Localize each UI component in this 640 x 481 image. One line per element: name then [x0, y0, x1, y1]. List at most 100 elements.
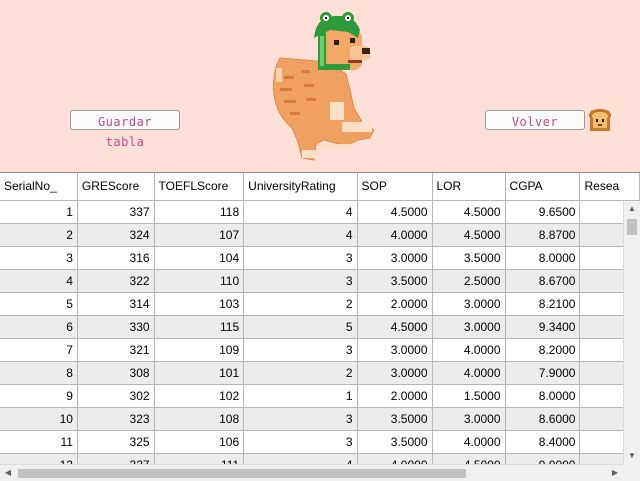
table-cell[interactable]: 8.6000 — [505, 407, 581, 431]
table-cell[interactable]: 4.0000 — [432, 430, 506, 454]
table-row[interactable]: 11 325 106 3 3.5000 4.0000 8.4000 — [0, 430, 640, 454]
table-cell[interactable]: 8.2000 — [505, 338, 581, 362]
table-row[interactable]: 10 323 108 3 3.5000 3.0000 8.6000 — [0, 407, 640, 431]
table-cell[interactable]: 118 — [154, 200, 245, 224]
table-cell[interactable]: 4.0000 — [357, 223, 433, 247]
table-cell[interactable]: 1 — [243, 384, 358, 408]
table-cell[interactable]: 115 — [154, 315, 245, 339]
save-table-button[interactable]: Guardar tabla — [70, 110, 180, 149]
table-cell[interactable]: 3 — [243, 269, 358, 293]
table-cell[interactable]: 8.2100 — [505, 292, 581, 316]
table-cell[interactable]: 2 — [243, 292, 358, 316]
table-cell[interactable]: 106 — [154, 430, 245, 454]
table-cell[interactable]: 4 — [243, 223, 358, 247]
table-cell[interactable]: 2.5000 — [432, 269, 506, 293]
column-header-cgpa[interactable]: CGPA — [505, 173, 581, 201]
table-cell[interactable]: 3.5000 — [432, 246, 506, 270]
table-cell[interactable]: 8.8700 — [505, 223, 581, 247]
table-cell[interactable]: 325 — [77, 430, 155, 454]
table-cell[interactable]: 11 — [0, 430, 78, 454]
table-cell[interactable]: 3.0000 — [432, 292, 506, 316]
table-cell[interactable]: 3.5000 — [357, 407, 433, 431]
table-cell[interactable]: 9.3400 — [505, 315, 581, 339]
table-row[interactable]: 8 308 101 2 3.0000 4.0000 7.9000 — [0, 361, 640, 385]
table-row[interactable]: 5 314 103 2 2.0000 3.0000 8.2100 — [0, 292, 640, 316]
table-cell[interactable]: 4.0000 — [432, 361, 506, 385]
table-cell[interactable]: 3.0000 — [357, 361, 433, 385]
table-row[interactable]: 4 322 110 3 3.5000 2.5000 8.6700 — [0, 269, 640, 293]
table-row[interactable]: 3 316 104 3 3.0000 3.5000 8.0000 — [0, 246, 640, 270]
table-cell[interactable]: 322 — [77, 269, 155, 293]
table-cell[interactable]: 4.5000 — [357, 315, 433, 339]
table-cell[interactable]: 103 — [154, 292, 245, 316]
table-cell[interactable]: 2.0000 — [357, 292, 433, 316]
table-cell[interactable]: 308 — [77, 361, 155, 385]
table-cell[interactable]: 108 — [154, 407, 245, 431]
table-cell[interactable]: 2 — [0, 223, 78, 247]
table-cell[interactable]: 3 — [243, 246, 358, 270]
vertical-scroll-thumb[interactable] — [627, 219, 637, 235]
table-row[interactable]: 7 321 109 3 3.0000 4.0000 8.2000 — [0, 338, 640, 362]
column-header-grescore[interactable]: GREScore — [77, 173, 155, 201]
table-cell[interactable]: 1.5000 — [432, 384, 506, 408]
table-cell[interactable]: 7.9000 — [505, 361, 581, 385]
table-row[interactable]: 9 302 102 1 2.0000 1.5000 8.0000 — [0, 384, 640, 408]
table-cell[interactable]: 8.4000 — [505, 430, 581, 454]
table-cell[interactable]: 4 — [0, 269, 78, 293]
table-cell[interactable]: 314 — [77, 292, 155, 316]
table-cell[interactable]: 3 — [0, 246, 78, 270]
table-cell[interactable]: 2 — [243, 361, 358, 385]
column-header-universityrating[interactable]: UniversityRating — [243, 173, 358, 201]
table-row[interactable]: 2 324 107 4 4.0000 4.5000 8.8700 — [0, 223, 640, 247]
table-cell[interactable]: 330 — [77, 315, 155, 339]
table-cell[interactable]: 8.0000 — [505, 384, 581, 408]
table-cell[interactable]: 4.5000 — [432, 200, 506, 224]
table-cell[interactable]: 4 — [243, 200, 358, 224]
vertical-scrollbar[interactable]: ▲ ▼ — [623, 201, 640, 464]
table-cell[interactable]: 3.5000 — [357, 430, 433, 454]
table-cell[interactable]: 2.0000 — [357, 384, 433, 408]
table-cell[interactable]: 3 — [243, 430, 358, 454]
horizontal-scroll-thumb[interactable] — [18, 469, 466, 478]
table-cell[interactable]: 302 — [77, 384, 155, 408]
scroll-up-icon[interactable]: ▲ — [624, 201, 640, 217]
table-cell[interactable]: 323 — [77, 407, 155, 431]
table-cell[interactable]: 3.0000 — [432, 407, 506, 431]
column-header-research[interactable]: Resea — [579, 173, 640, 201]
table-cell[interactable]: 3.0000 — [357, 246, 433, 270]
table-cell[interactable]: 4.0000 — [432, 338, 506, 362]
table-cell[interactable]: 9 — [0, 384, 78, 408]
table-cell[interactable]: 324 — [77, 223, 155, 247]
table-cell[interactable]: 5 — [0, 292, 78, 316]
table-cell[interactable]: 3 — [243, 407, 358, 431]
table-cell[interactable]: 102 — [154, 384, 245, 408]
table-cell[interactable]: 8 — [0, 361, 78, 385]
table-cell[interactable]: 8.0000 — [505, 246, 581, 270]
table-cell[interactable]: 5 — [243, 315, 358, 339]
column-header-lor[interactable]: LOR — [432, 173, 506, 201]
table-cell[interactable]: 10 — [0, 407, 78, 431]
table-cell[interactable]: 4.5000 — [357, 200, 433, 224]
table-cell[interactable]: 337 — [77, 200, 155, 224]
scroll-right-icon[interactable]: ▶ — [607, 465, 623, 481]
table-cell[interactable]: 3 — [243, 338, 358, 362]
scroll-down-icon[interactable]: ▼ — [624, 448, 640, 464]
scroll-left-icon[interactable]: ◀ — [0, 465, 16, 481]
table-row[interactable]: 1 337 118 4 4.5000 4.5000 9.6500 — [0, 200, 640, 224]
horizontal-scrollbar[interactable]: ◀ ▶ — [0, 464, 623, 481]
table-cell[interactable]: 7 — [0, 338, 78, 362]
table-cell[interactable]: 107 — [154, 223, 245, 247]
table-cell[interactable]: 110 — [154, 269, 245, 293]
data-table-view[interactable]: SerialNo_ GREScore TOEFLScore University… — [0, 172, 640, 481]
table-cell[interactable]: 3.5000 — [357, 269, 433, 293]
column-header-serialno[interactable]: SerialNo_ — [0, 173, 78, 201]
table-cell[interactable]: 3.0000 — [357, 338, 433, 362]
table-cell[interactable]: 1 — [0, 200, 78, 224]
table-cell[interactable]: 101 — [154, 361, 245, 385]
table-cell[interactable]: 9.6500 — [505, 200, 581, 224]
table-cell[interactable]: 321 — [77, 338, 155, 362]
back-button[interactable]: Volver — [485, 110, 585, 130]
table-cell[interactable]: 104 — [154, 246, 245, 270]
table-cell[interactable]: 4.5000 — [432, 223, 506, 247]
table-cell[interactable]: 316 — [77, 246, 155, 270]
